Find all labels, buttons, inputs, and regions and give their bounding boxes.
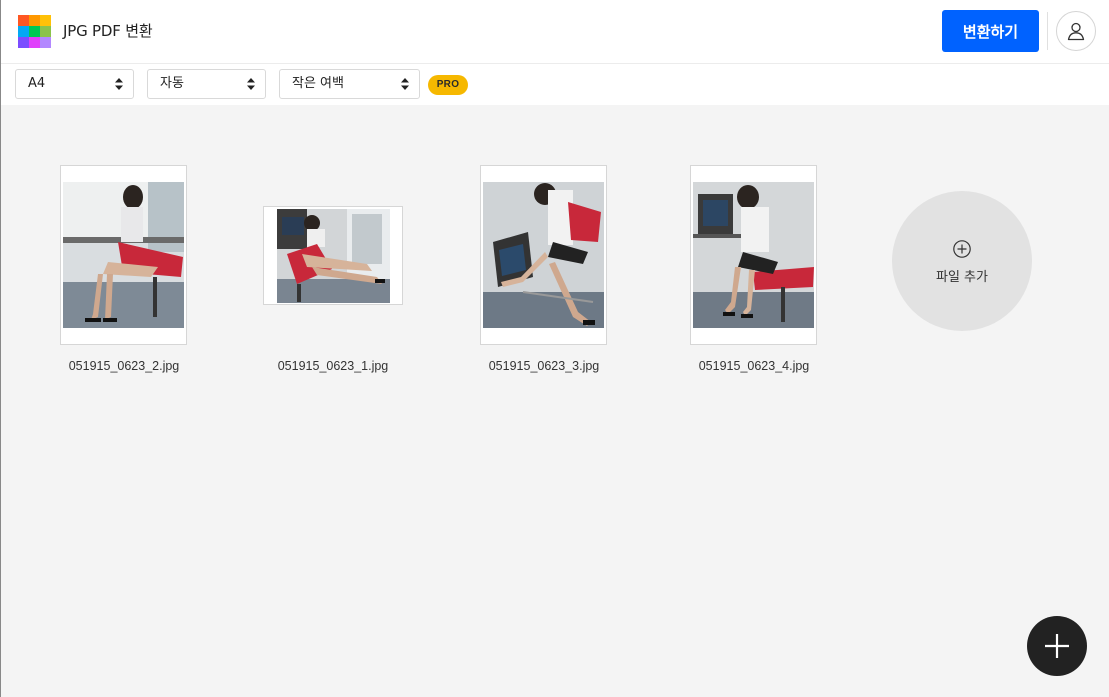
sort-arrows-icon — [247, 78, 255, 90]
options-toolbar: A4 자동 작은 여백 PRO — [1, 64, 1109, 105]
app-title: JPG PDF 변환 — [63, 22, 153, 40]
logo-tile — [18, 26, 29, 37]
convert-button[interactable]: 변환하기 — [942, 10, 1039, 52]
plus-icon — [1045, 634, 1069, 658]
add-file-label: 파일 추가 — [936, 270, 988, 285]
file-card[interactable]: 051915_0623_3.jpg — [480, 165, 607, 385]
app-window: JPG PDF 변환 변환하기 A4 자동 작은 여백 PRO 051915_0… — [0, 0, 1109, 697]
sort-arrows-icon — [115, 78, 123, 90]
file-name: 051915_0623_3.jpg — [488, 359, 600, 373]
photo-image — [277, 209, 390, 303]
margin-value: 작은 여백 — [292, 76, 344, 91]
file-name: 051915_0623_4.jpg — [698, 359, 810, 373]
logo-tile — [18, 37, 29, 48]
page-size-value: A4 — [28, 76, 46, 91]
logo-tile — [40, 15, 51, 26]
photo-image — [483, 182, 604, 328]
user-button[interactable] — [1056, 11, 1096, 51]
file-thumbnail[interactable] — [263, 206, 403, 305]
file-card[interactable]: 051915_0623_4.jpg — [690, 165, 817, 385]
logo-tile — [18, 15, 29, 26]
photo-image — [693, 182, 814, 328]
orientation-select[interactable]: 자동 — [147, 69, 266, 99]
logo-tile — [29, 15, 40, 26]
margin-select[interactable]: 작은 여백 — [279, 69, 420, 99]
file-thumbnail[interactable] — [480, 165, 607, 345]
file-card[interactable]: 051915_0623_1.jpg — [263, 206, 403, 386]
page-size-select[interactable]: A4 — [15, 69, 134, 99]
logo-tile — [40, 37, 51, 48]
file-workspace: 051915_0623_2.jpg 051915_0623_1.jpg 0519… — [1, 105, 1109, 697]
add-file-button[interactable]: 파일 추가 — [892, 191, 1032, 331]
photo-image — [63, 182, 184, 328]
pro-badge: PRO — [428, 75, 468, 95]
app-logo — [18, 15, 51, 48]
logo-tile — [29, 37, 40, 48]
user-icon — [1067, 22, 1085, 41]
logo-tile — [40, 26, 51, 37]
logo-tile — [29, 26, 40, 37]
plus-circle-icon — [953, 240, 971, 258]
file-thumbnail[interactable] — [60, 165, 187, 345]
header-divider — [1047, 12, 1048, 50]
sort-arrows-icon — [401, 78, 409, 90]
orientation-value: 자동 — [160, 76, 184, 91]
floating-add-button[interactable] — [1027, 616, 1087, 676]
file-name: 051915_0623_2.jpg — [68, 359, 180, 373]
header: JPG PDF 변환 변환하기 — [1, 0, 1109, 64]
file-card[interactable]: 051915_0623_2.jpg — [60, 165, 187, 385]
file-name: 051915_0623_1.jpg — [277, 359, 389, 373]
file-thumbnail[interactable] — [690, 165, 817, 345]
